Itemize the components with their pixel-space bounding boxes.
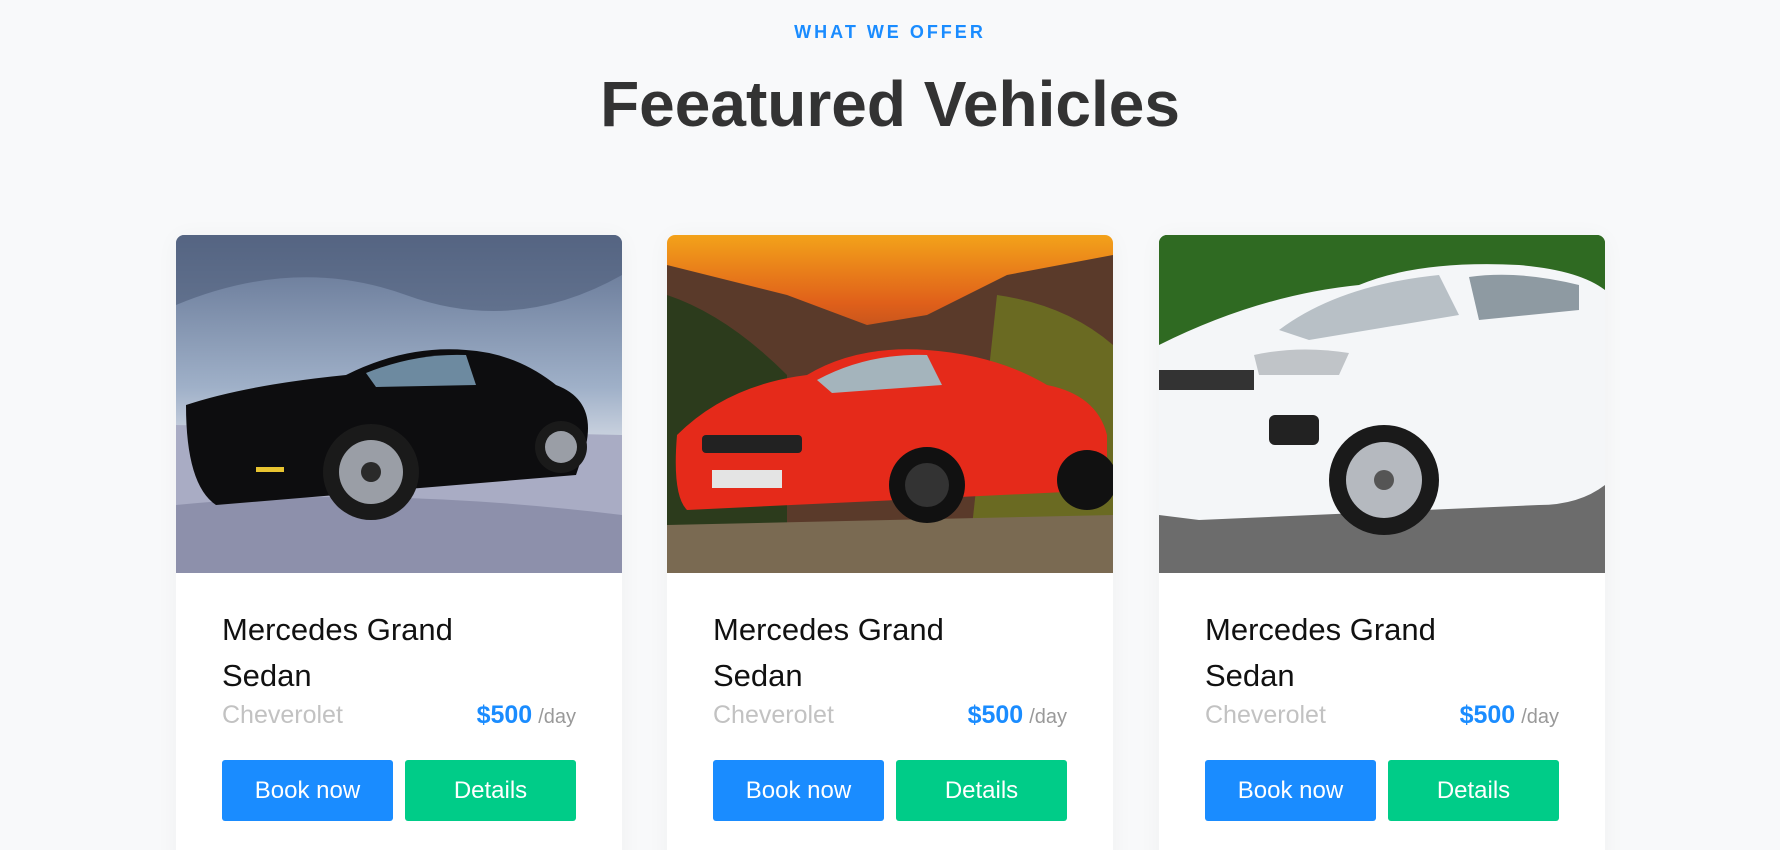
book-now-button[interactable]: Book now [222, 760, 393, 821]
featured-vehicles-section: WHAT WE OFFER Feeatured Vehicles Mercede… [0, 0, 1780, 850]
price-period: /day [538, 706, 576, 728]
vehicle-name: Mercedes Grand Sedan [1205, 612, 1436, 693]
white-suv-photo [1159, 235, 1605, 573]
vehicle-card: Mercedes Grand Sedan Cheverolet $500 /da… [667, 235, 1113, 850]
vehicle-card: Mercedes Grand Sedan Cheverolet $500 /da… [1159, 235, 1605, 850]
details-button[interactable]: Details [405, 760, 576, 821]
black-sports-car-photo [176, 235, 622, 573]
vehicle-brand: Cheverolet [1205, 701, 1326, 729]
book-now-button[interactable]: Book now [713, 760, 884, 821]
vehicle-brand: Cheverolet [222, 701, 343, 729]
vehicle-brand: Cheverolet [713, 701, 834, 729]
vehicle-name: Mercedes Grand Sedan [222, 612, 453, 693]
details-button[interactable]: Details [896, 760, 1067, 821]
book-now-button[interactable]: Book now [1205, 760, 1376, 821]
price-period: /day [1029, 706, 1067, 728]
section-title: Feeatured Vehicles [600, 68, 1180, 140]
price-period: /day [1521, 706, 1559, 728]
vehicle-card: Mercedes Grand Sedan Cheverolet $500 /da… [176, 235, 622, 850]
vehicle-price: $500 [967, 701, 1024, 729]
red-convertible-photo [667, 235, 1113, 573]
vehicle-price: $500 [1459, 701, 1516, 729]
details-button[interactable]: Details [1388, 760, 1559, 821]
vehicle-price: $500 [476, 701, 533, 729]
section-eyebrow: WHAT WE OFFER [794, 22, 986, 42]
vehicle-name: Mercedes Grand Sedan [713, 612, 944, 693]
